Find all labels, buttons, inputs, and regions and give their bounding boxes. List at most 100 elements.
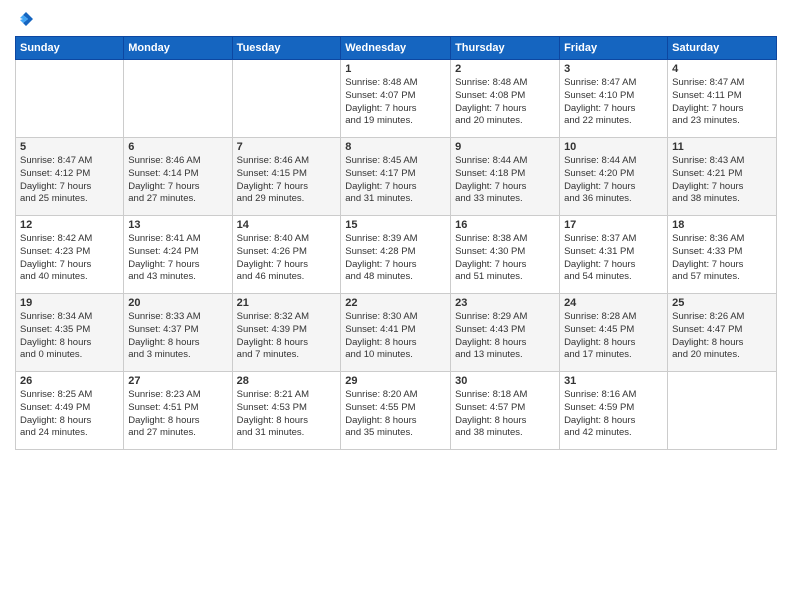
day-info: Sunrise: 8:18 AM Sunset: 4:57 PM Dayligh… bbox=[455, 389, 555, 440]
day-number: 12 bbox=[20, 219, 119, 231]
calendar-day-15: 15 Sunrise: 8:39 AM Sunset: 4:28 PM Dayli… bbox=[341, 216, 451, 294]
day-info: Sunrise: 8:34 AM Sunset: 4:35 PM Dayligh… bbox=[20, 311, 119, 362]
calendar-table: SundayMondayTuesdayWednesdayThursdayFrid… bbox=[15, 36, 777, 450]
day-info: Sunrise: 8:47 AM Sunset: 4:12 PM Dayligh… bbox=[20, 155, 119, 206]
calendar-day-12: 12 Sunrise: 8:42 AM Sunset: 4:23 PM Dayli… bbox=[16, 216, 124, 294]
calendar-week-row: 5 Sunrise: 8:47 AM Sunset: 4:12 PM Daylig… bbox=[16, 138, 777, 216]
day-number: 23 bbox=[455, 297, 555, 309]
day-number: 15 bbox=[345, 219, 446, 231]
calendar-day-17: 17 Sunrise: 8:37 AM Sunset: 4:31 PM Dayli… bbox=[560, 216, 668, 294]
calendar-day-31: 31 Sunrise: 8:16 AM Sunset: 4:59 PM Dayli… bbox=[560, 372, 668, 450]
day-info: Sunrise: 8:36 AM Sunset: 4:33 PM Dayligh… bbox=[672, 233, 772, 284]
calendar-day-10: 10Sunrise: 8:44 AM Sunset: 4:20 PM Dayli… bbox=[560, 138, 668, 216]
day-number: 9 bbox=[455, 141, 555, 153]
day-info: Sunrise: 8:42 AM Sunset: 4:23 PM Dayligh… bbox=[20, 233, 119, 284]
day-info: Sunrise: 8:40 AM Sunset: 4:26 PM Dayligh… bbox=[237, 233, 337, 284]
calendar-day-5: 5 Sunrise: 8:47 AM Sunset: 4:12 PM Daylig… bbox=[16, 138, 124, 216]
day-info: Sunrise: 8:48 AM Sunset: 4:07 PM Dayligh… bbox=[345, 77, 446, 128]
day-number: 7 bbox=[237, 141, 337, 153]
day-number: 2 bbox=[455, 63, 555, 75]
day-info: Sunrise: 8:23 AM Sunset: 4:51 PM Dayligh… bbox=[128, 389, 227, 440]
calendar-empty-cell bbox=[668, 372, 777, 450]
calendar-week-row: 1 Sunrise: 8:48 AM Sunset: 4:07 PM Daylig… bbox=[16, 60, 777, 138]
header bbox=[15, 10, 777, 28]
calendar-day-20: 20 Sunrise: 8:33 AM Sunset: 4:37 PM Dayli… bbox=[124, 294, 232, 372]
logo bbox=[15, 10, 37, 28]
day-info: Sunrise: 8:28 AM Sunset: 4:45 PM Dayligh… bbox=[564, 311, 663, 362]
calendar-day-7: 7 Sunrise: 8:46 AM Sunset: 4:15 PM Daylig… bbox=[232, 138, 341, 216]
day-number: 26 bbox=[20, 375, 119, 387]
calendar-day-2: 2 Sunrise: 8:48 AM Sunset: 4:08 PM Daylig… bbox=[451, 60, 560, 138]
day-number: 6 bbox=[128, 141, 227, 153]
calendar-day-27: 27Sunrise: 8:23 AM Sunset: 4:51 PM Dayli… bbox=[124, 372, 232, 450]
calendar-day-11: 11 Sunrise: 8:43 AM Sunset: 4:21 PM Dayli… bbox=[668, 138, 777, 216]
day-info: Sunrise: 8:48 AM Sunset: 4:08 PM Dayligh… bbox=[455, 77, 555, 128]
day-number: 14 bbox=[237, 219, 337, 231]
day-info: Sunrise: 8:44 AM Sunset: 4:20 PM Dayligh… bbox=[564, 155, 663, 206]
calendar-day-9: 9 Sunrise: 8:44 AM Sunset: 4:18 PM Daylig… bbox=[451, 138, 560, 216]
day-info: Sunrise: 8:45 AM Sunset: 4:17 PM Dayligh… bbox=[345, 155, 446, 206]
day-number: 17 bbox=[564, 219, 663, 231]
calendar-day-29: 29 Sunrise: 8:20 AM Sunset: 4:55 PM Dayli… bbox=[341, 372, 451, 450]
weekday-header-tuesday: Tuesday bbox=[232, 37, 341, 60]
calendar-day-14: 14 Sunrise: 8:40 AM Sunset: 4:26 PM Dayli… bbox=[232, 216, 341, 294]
weekday-header-row: SundayMondayTuesdayWednesdayThursdayFrid… bbox=[16, 37, 777, 60]
day-number: 30 bbox=[455, 375, 555, 387]
weekday-header-saturday: Saturday bbox=[668, 37, 777, 60]
calendar-day-3: 3 Sunrise: 8:47 AM Sunset: 4:10 PM Daylig… bbox=[560, 60, 668, 138]
day-info: Sunrise: 8:46 AM Sunset: 4:15 PM Dayligh… bbox=[237, 155, 337, 206]
calendar-week-row: 26 Sunrise: 8:25 AM Sunset: 4:49 PM Dayli… bbox=[16, 372, 777, 450]
day-info: Sunrise: 8:37 AM Sunset: 4:31 PM Dayligh… bbox=[564, 233, 663, 284]
day-info: Sunrise: 8:21 AM Sunset: 4:53 PM Dayligh… bbox=[237, 389, 337, 440]
day-number: 18 bbox=[672, 219, 772, 231]
calendar-day-8: 8 Sunrise: 8:45 AM Sunset: 4:17 PM Daylig… bbox=[341, 138, 451, 216]
calendar-day-18: 18 Sunrise: 8:36 AM Sunset: 4:33 PM Dayli… bbox=[668, 216, 777, 294]
day-number: 20 bbox=[128, 297, 227, 309]
day-info: Sunrise: 8:32 AM Sunset: 4:39 PM Dayligh… bbox=[237, 311, 337, 362]
day-info: Sunrise: 8:16 AM Sunset: 4:59 PM Dayligh… bbox=[564, 389, 663, 440]
day-number: 16 bbox=[455, 219, 555, 231]
weekday-header-sunday: Sunday bbox=[16, 37, 124, 60]
day-info: Sunrise: 8:39 AM Sunset: 4:28 PM Dayligh… bbox=[345, 233, 446, 284]
page: SundayMondayTuesdayWednesdayThursdayFrid… bbox=[0, 0, 792, 612]
day-number: 28 bbox=[237, 375, 337, 387]
day-info: Sunrise: 8:41 AM Sunset: 4:24 PM Dayligh… bbox=[128, 233, 227, 284]
day-info: Sunrise: 8:43 AM Sunset: 4:21 PM Dayligh… bbox=[672, 155, 772, 206]
day-number: 22 bbox=[345, 297, 446, 309]
day-number: 13 bbox=[128, 219, 227, 231]
day-info: Sunrise: 8:20 AM Sunset: 4:55 PM Dayligh… bbox=[345, 389, 446, 440]
day-info: Sunrise: 8:26 AM Sunset: 4:47 PM Dayligh… bbox=[672, 311, 772, 362]
day-number: 29 bbox=[345, 375, 446, 387]
day-number: 1 bbox=[345, 63, 446, 75]
day-info: Sunrise: 8:44 AM Sunset: 4:18 PM Dayligh… bbox=[455, 155, 555, 206]
calendar-day-16: 16 Sunrise: 8:38 AM Sunset: 4:30 PM Dayli… bbox=[451, 216, 560, 294]
day-number: 19 bbox=[20, 297, 119, 309]
calendar-day-21: 21 Sunrise: 8:32 AM Sunset: 4:39 PM Dayli… bbox=[232, 294, 341, 372]
calendar-empty-cell bbox=[16, 60, 124, 138]
calendar-day-1: 1 Sunrise: 8:48 AM Sunset: 4:07 PM Daylig… bbox=[341, 60, 451, 138]
day-number: 3 bbox=[564, 63, 663, 75]
weekday-header-thursday: Thursday bbox=[451, 37, 560, 60]
day-info: Sunrise: 8:33 AM Sunset: 4:37 PM Dayligh… bbox=[128, 311, 227, 362]
calendar-day-22: 22 Sunrise: 8:30 AM Sunset: 4:41 PM Dayli… bbox=[341, 294, 451, 372]
calendar-day-24: 24 Sunrise: 8:28 AM Sunset: 4:45 PM Dayli… bbox=[560, 294, 668, 372]
calendar-day-28: 28 Sunrise: 8:21 AM Sunset: 4:53 PM Dayli… bbox=[232, 372, 341, 450]
calendar-day-6: 6Sunrise: 8:46 AM Sunset: 4:14 PM Daylig… bbox=[124, 138, 232, 216]
calendar-empty-cell bbox=[232, 60, 341, 138]
calendar-day-30: 30 Sunrise: 8:18 AM Sunset: 4:57 PM Dayli… bbox=[451, 372, 560, 450]
day-info: Sunrise: 8:25 AM Sunset: 4:49 PM Dayligh… bbox=[20, 389, 119, 440]
day-info: Sunrise: 8:38 AM Sunset: 4:30 PM Dayligh… bbox=[455, 233, 555, 284]
day-number: 31 bbox=[564, 375, 663, 387]
calendar-day-25: 25Sunrise: 8:26 AM Sunset: 4:47 PM Dayli… bbox=[668, 294, 777, 372]
day-info: Sunrise: 8:47 AM Sunset: 4:10 PM Dayligh… bbox=[564, 77, 663, 128]
calendar-week-row: 12 Sunrise: 8:42 AM Sunset: 4:23 PM Dayli… bbox=[16, 216, 777, 294]
calendar-day-23: 23 Sunrise: 8:29 AM Sunset: 4:43 PM Dayli… bbox=[451, 294, 560, 372]
day-number: 24 bbox=[564, 297, 663, 309]
day-info: Sunrise: 8:30 AM Sunset: 4:41 PM Dayligh… bbox=[345, 311, 446, 362]
day-number: 8 bbox=[345, 141, 446, 153]
day-number: 11 bbox=[672, 141, 772, 153]
day-number: 21 bbox=[237, 297, 337, 309]
calendar-day-19: 19 Sunrise: 8:34 AM Sunset: 4:35 PM Dayli… bbox=[16, 294, 124, 372]
day-number: 5 bbox=[20, 141, 119, 153]
day-info: Sunrise: 8:29 AM Sunset: 4:43 PM Dayligh… bbox=[455, 311, 555, 362]
